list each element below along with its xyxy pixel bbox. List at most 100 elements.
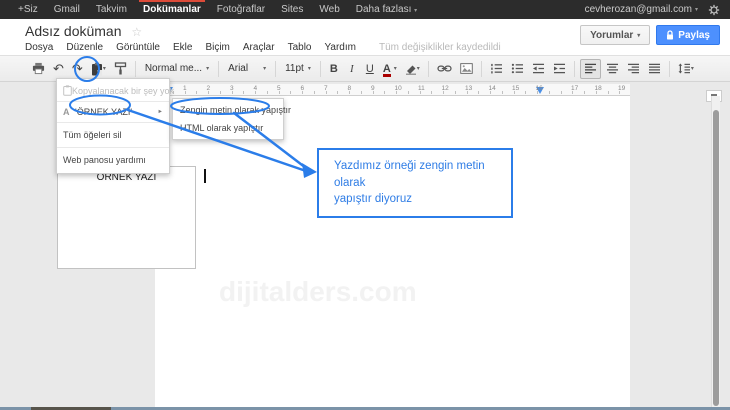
caret-down-icon: ▾ xyxy=(263,65,266,72)
account-email: cevherozan@gmail.com xyxy=(585,4,692,15)
toolbar-separator xyxy=(481,61,482,77)
topbar-link-fotograflar[interactable]: Fotoğraflar xyxy=(209,0,273,19)
menu-item-label: Kopyalanacak bir şey yok xyxy=(72,86,174,96)
ruler-tick xyxy=(337,91,338,94)
comments-button[interactable]: Yorumlar ▾ xyxy=(580,25,650,45)
ruler-tick xyxy=(608,91,609,94)
menu-goruntule[interactable]: Görüntüle xyxy=(116,42,160,53)
menu-item-ornek-yazi[interactable]: A 'ÖRNEK YAZI' ► xyxy=(57,103,169,121)
clipboard-sample-box: ÖRNEK YAZI xyxy=(57,166,196,269)
numbered-list-button[interactable] xyxy=(487,59,506,79)
text-cursor xyxy=(204,169,206,183)
caret-down-icon: ▾ xyxy=(417,65,420,72)
font-dropdown[interactable]: Arial ▾ xyxy=(223,63,271,74)
doc-title[interactable]: Adsız doküman ☆ xyxy=(25,23,142,39)
align-left-button[interactable] xyxy=(580,59,601,79)
settings-gear-button[interactable] xyxy=(708,4,720,16)
line-spacing-icon xyxy=(678,63,691,74)
menu-bicim[interactable]: Biçim xyxy=(205,42,229,53)
menu-yardim[interactable]: Yardım xyxy=(324,42,356,53)
toolbar-separator xyxy=(574,61,575,77)
ruler[interactable]: 1 12345678910111213141516171819 xyxy=(155,84,630,96)
ruler-tick xyxy=(384,91,385,94)
decrease-indent-button[interactable] xyxy=(529,59,548,79)
document-page[interactable]: dijitalders.com xyxy=(155,96,630,407)
ruler-tick xyxy=(243,91,244,94)
topbar-link-plus-siz[interactable]: +Siz xyxy=(10,0,46,19)
menu-dosya[interactable]: Dosya xyxy=(25,42,53,53)
ruler-tick xyxy=(525,91,526,94)
ruler-tick xyxy=(502,91,503,94)
menu-item-label: Tüm öğeleri sil xyxy=(63,130,122,140)
line-spacing-button[interactable]: ▾ xyxy=(675,59,697,79)
align-center-button[interactable] xyxy=(603,59,622,79)
caret-down-icon: ▾ xyxy=(695,6,698,13)
caret-down-icon: ▾ xyxy=(206,65,209,72)
highlight-color-button[interactable]: ▾ xyxy=(402,59,423,79)
justify-button[interactable] xyxy=(645,59,664,79)
align-right-button[interactable] xyxy=(624,59,643,79)
menu-tablo[interactable]: Tablo xyxy=(288,42,312,53)
watermark: dijitalders.com xyxy=(219,276,417,308)
topbar-link-sites[interactable]: Sites xyxy=(273,0,311,19)
topbar-link-dokumanlar[interactable]: Dokümanlar xyxy=(135,0,209,19)
submenu-item-label: HTML olarak yapıştır xyxy=(180,123,263,133)
ruler-number: 19 xyxy=(618,85,625,92)
doc-title-text: Adsız doküman xyxy=(25,23,122,39)
ruler-tick xyxy=(455,91,456,94)
bold-button[interactable]: B xyxy=(326,59,342,79)
ruler-number: 10 xyxy=(395,85,402,92)
font-size-dropdown[interactable]: 11pt ▾ xyxy=(280,63,316,74)
account-menu[interactable]: cevherozan@gmail.com ▾ xyxy=(585,4,698,15)
menu-divider xyxy=(57,122,169,123)
ruler-tick xyxy=(431,91,432,94)
paste-submenu: Zengin metin olarak yapıştır HTML olarak… xyxy=(172,98,284,140)
google-bar: +Siz Gmail Takvim Dokümanlar Fotoğraflar… xyxy=(0,0,730,19)
menu-item-help[interactable]: Web panosu yardımı xyxy=(57,149,169,171)
topbar-link-more[interactable]: Daha fazlası ▾ xyxy=(348,0,425,19)
toolbar-separator xyxy=(135,61,136,77)
menu-duzenle[interactable]: Düzenle xyxy=(66,42,103,53)
menu-divider xyxy=(57,101,169,102)
text-color-a: A xyxy=(383,63,391,75)
ruler-number: 5 xyxy=(277,85,281,92)
submenu-item-paste-rich-text[interactable]: Zengin metin olarak yapıştır xyxy=(173,101,283,119)
styles-dropdown[interactable]: Normal me... ▾ xyxy=(140,63,214,74)
insert-image-button[interactable] xyxy=(457,59,476,79)
topbar-link-takvim[interactable]: Takvim xyxy=(88,0,135,19)
star-icon[interactable]: ☆ xyxy=(131,25,142,39)
caret-down-icon: ▾ xyxy=(691,65,694,72)
menu-ekle[interactable]: Ekle xyxy=(173,42,192,53)
ruler-number: 11 xyxy=(418,85,425,92)
italic-button[interactable]: I xyxy=(344,59,360,79)
bullet-list-button[interactable] xyxy=(508,59,527,79)
ruler-tick xyxy=(314,91,315,94)
menu-divider xyxy=(57,147,169,148)
menu-araclar[interactable]: Araçlar xyxy=(243,42,275,53)
ruler-tick xyxy=(549,91,550,94)
insert-link-button[interactable] xyxy=(434,59,455,79)
redo-button[interactable]: ↷ xyxy=(69,59,86,79)
ruler-tick xyxy=(561,91,562,94)
paint-format-button[interactable] xyxy=(111,59,130,79)
ruler-number: 18 xyxy=(595,85,602,92)
text-color-button[interactable]: A ▾ xyxy=(380,59,400,79)
topbar-link-web[interactable]: Web xyxy=(311,0,347,19)
print-button[interactable] xyxy=(29,59,48,79)
outdent-icon xyxy=(532,63,545,74)
web-clipboard-button[interactable]: ▾ xyxy=(88,59,109,79)
caret-down-icon: ▾ xyxy=(637,32,640,39)
caret-down-icon: ▾ xyxy=(103,65,106,72)
ruler-number: 15 xyxy=(512,85,519,92)
topbar-link-gmail[interactable]: Gmail xyxy=(46,0,88,19)
menu-item-clear-all[interactable]: Tüm öğeleri sil xyxy=(57,124,169,146)
increase-indent-button[interactable] xyxy=(550,59,569,79)
share-button[interactable]: Paylaş xyxy=(656,25,720,45)
underline-button[interactable]: U xyxy=(362,59,378,79)
submenu-item-paste-html[interactable]: HTML olarak yapıştır xyxy=(173,119,283,137)
submenu-item-label: Zengin metin olarak yapıştır xyxy=(180,105,291,115)
undo-button[interactable]: ↶ xyxy=(50,59,67,79)
comments-label: Yorumlar xyxy=(590,30,633,41)
toolbar-separator xyxy=(218,61,219,77)
vertical-scrollbar-thumb[interactable] xyxy=(713,110,719,406)
